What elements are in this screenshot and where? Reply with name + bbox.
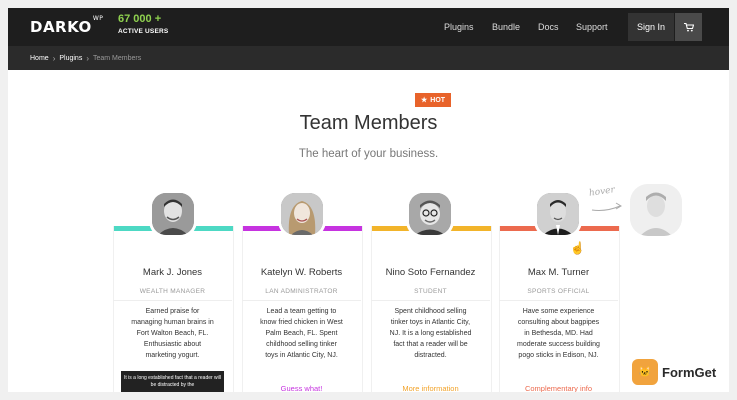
top-navbar: DARKOWP 67 000 + ACTIVE USERS Plugins Bu… xyxy=(8,8,729,46)
breadcrumb-home[interactable]: Home xyxy=(30,55,49,62)
hover-preview-avatar xyxy=(630,184,682,236)
arrow-right-icon xyxy=(591,202,622,211)
pointer-cursor-icon: ☝ xyxy=(570,241,585,255)
active-users-counter: 67 000 + ACTIVE USERS xyxy=(118,14,168,36)
avatar xyxy=(537,193,579,235)
users-label: ACTIVE USERS xyxy=(118,28,169,35)
member-tooltip: It is a long established fact that a rea… xyxy=(121,371,224,392)
nav-docs[interactable]: Docs xyxy=(538,8,559,46)
breadcrumb-current: Team Members xyxy=(93,54,142,62)
card-divider xyxy=(499,300,618,301)
member-description: Have some experience consulting about bag… xyxy=(517,308,600,359)
member-description: Spent childhood selling tinker toys in At… xyxy=(389,308,472,359)
member-role: STUDENT xyxy=(414,288,447,295)
page-frame: DARKOWP 67 000 + ACTIVE USERS Plugins Bu… xyxy=(8,8,729,392)
breadcrumb-bar: Home › Plugins › Team Members xyxy=(8,46,729,70)
nav-plugins[interactable]: Plugins xyxy=(444,8,474,46)
hover-hint-label: hover xyxy=(588,185,616,199)
avatar xyxy=(281,193,323,235)
formget-label: FormGet xyxy=(662,364,717,380)
nav-bundle[interactable]: Bundle xyxy=(492,8,520,46)
card-divider xyxy=(113,300,232,301)
breadcrumb: Home › Plugins › Team Members xyxy=(30,46,141,70)
page-title: Team Members xyxy=(299,112,438,134)
page-subtitle: The heart of your business. xyxy=(298,148,439,160)
users-count: 67 000 + xyxy=(118,13,162,25)
chevron-right-icon: › xyxy=(86,53,89,63)
cart-icon xyxy=(683,22,694,31)
guess-what-link[interactable]: Guess what! xyxy=(242,384,361,392)
avatar xyxy=(152,193,194,235)
breadcrumb-plugins[interactable]: Plugins xyxy=(59,55,82,62)
star-icon: ★ xyxy=(421,97,428,104)
formget-watermark: 🐱 FormGet xyxy=(626,352,729,392)
more-information-link[interactable]: More information xyxy=(371,384,490,392)
formget-cat-logo-icon: 🐱 xyxy=(632,359,658,385)
chevron-right-icon: › xyxy=(52,53,56,63)
member-name: Nino Soto Fernandez xyxy=(385,267,476,278)
member-role: LAN ADMINISTRATOR xyxy=(265,288,338,295)
member-name: Katelyn W. Roberts xyxy=(260,267,343,278)
hot-badge-label: HOT xyxy=(430,96,446,104)
card-divider xyxy=(371,300,490,301)
cart-button[interactable] xyxy=(675,13,702,41)
complementary-info-link[interactable]: Complementary info xyxy=(499,384,618,392)
member-role: SPORTS OFFICIAL xyxy=(527,288,590,295)
sign-in-button[interactable]: Sign In xyxy=(628,13,674,41)
member-description: Earned praise for managing human brains i… xyxy=(131,308,214,359)
hot-badge: ★ HOT xyxy=(415,93,452,107)
member-role: WEALTH MANAGER xyxy=(139,288,206,295)
nav-support[interactable]: Support xyxy=(576,8,608,46)
avatar xyxy=(409,193,451,235)
member-name: Max M. Turner xyxy=(527,267,590,278)
logo[interactable]: DARKOWP xyxy=(30,15,103,36)
member-description: Lead a team getting to know fried chicken… xyxy=(260,308,343,359)
card-divider xyxy=(242,300,361,301)
member-name: Mark J. Jones xyxy=(142,267,203,278)
